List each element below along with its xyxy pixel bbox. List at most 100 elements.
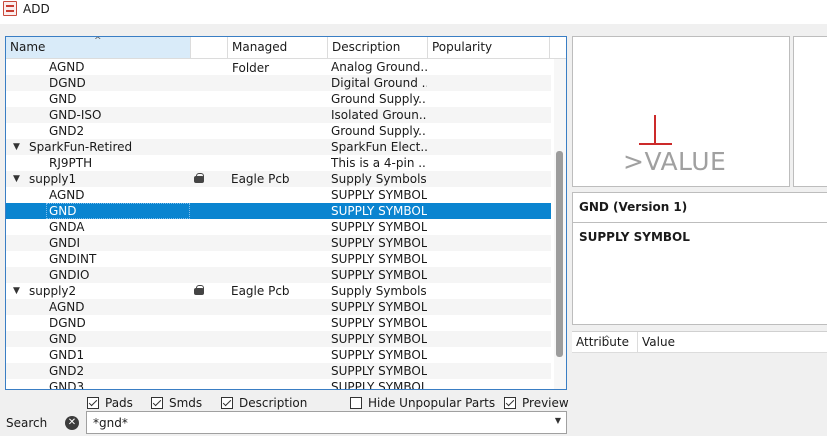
column-popularity-header[interactable]: Popularity bbox=[428, 37, 550, 58]
device-row[interactable]: GND SUPPLY SYMBOL bbox=[6, 331, 551, 347]
device-row[interactable]: GND2 Ground Supply... bbox=[6, 123, 551, 139]
library-tree[interactable]: ^ Name Managed Folder Description Popula… bbox=[5, 36, 567, 390]
column-folder-header[interactable]: Managed Folder bbox=[228, 37, 328, 75]
device-title: GND (Version 1) bbox=[579, 200, 688, 214]
value-col-label: Value bbox=[642, 335, 675, 349]
device-row[interactable]: GNDINT SUPPLY SYMBOL bbox=[6, 251, 551, 267]
chevron-down-icon[interactable]: ▼ bbox=[555, 416, 561, 425]
row-folder: Eagle Pcb bbox=[231, 284, 290, 298]
row-description: Ground Supply... bbox=[331, 124, 427, 138]
row-description: Ground Supply... bbox=[331, 92, 427, 106]
row-name: GNDI bbox=[49, 236, 81, 250]
row-name: SparkFun-Retired bbox=[29, 140, 133, 154]
row-name: GND bbox=[49, 204, 77, 218]
hide-unpopular-label: Hide Unpopular Parts bbox=[368, 396, 496, 410]
row-description: Isolated Groun... bbox=[331, 108, 427, 122]
search-label: Search bbox=[6, 416, 48, 430]
row-name: GNDIO bbox=[49, 268, 90, 282]
row-description: SUPPLY SYMBOL bbox=[331, 348, 427, 362]
device-row[interactable]: GND2 SUPPLY SYMBOL bbox=[6, 363, 551, 379]
symbol-preview: >VALUE bbox=[572, 36, 790, 187]
attribute-table: ^ Attribute Value bbox=[572, 331, 827, 391]
pads-option[interactable]: Pads bbox=[87, 396, 133, 410]
device-row[interactable]: AGND SUPPLY SYMBOL bbox=[6, 187, 551, 203]
description-checkbox[interactable] bbox=[221, 397, 233, 409]
row-name: GND2 bbox=[49, 124, 85, 138]
library-row[interactable]: ▼ supply2 Eagle Pcb Supply Symbols bbox=[6, 283, 551, 299]
info-divider bbox=[573, 222, 827, 223]
vertical-scrollbar[interactable] bbox=[554, 59, 566, 389]
lock-icon bbox=[194, 285, 204, 295]
row-name: GND bbox=[49, 332, 77, 346]
scrollbar-thumb[interactable] bbox=[556, 151, 563, 357]
description-label: Description bbox=[239, 396, 308, 410]
device-row[interactable]: GND1 SUPPLY SYMBOL bbox=[6, 347, 551, 363]
row-name: supply2 bbox=[29, 284, 77, 298]
device-row[interactable]: DGND Digital Ground ... bbox=[6, 75, 551, 91]
search-input[interactable]: *gnd* ▼ bbox=[86, 411, 567, 434]
row-name: GND3 bbox=[49, 380, 85, 390]
row-description: SUPPLY SYMBOL bbox=[331, 364, 427, 378]
row-description: SUPPLY SYMBOL bbox=[331, 380, 427, 390]
device-row[interactable]: GND SUPPLY SYMBOL bbox=[6, 203, 551, 219]
column-value-header[interactable]: Value bbox=[638, 332, 827, 352]
row-description: Supply Symbols bbox=[331, 172, 427, 186]
pads-label: Pads bbox=[105, 396, 133, 410]
row-description: SUPPLY SYMBOL bbox=[331, 188, 427, 202]
device-row[interactable]: AGND Analog Ground... bbox=[6, 59, 551, 75]
device-row[interactable]: GND3 SUPPLY SYMBOL bbox=[6, 379, 551, 390]
row-description: Supply Symbols bbox=[331, 284, 427, 298]
device-row[interactable]: GNDIO SUPPLY SYMBOL bbox=[6, 267, 551, 283]
row-description: SUPPLY SYMBOL bbox=[331, 220, 427, 234]
title-bar: ADD bbox=[0, 0, 827, 24]
column-description-header[interactable]: Description bbox=[328, 37, 428, 58]
column-attribute-header[interactable]: ^ Attribute bbox=[572, 332, 638, 352]
row-name: GND1 bbox=[49, 348, 85, 362]
column-name-label: Name bbox=[10, 40, 46, 54]
row-description: SUPPLY SYMBOL bbox=[331, 300, 427, 314]
app-icon bbox=[3, 1, 17, 16]
package-preview bbox=[793, 36, 827, 187]
preview-checkbox[interactable] bbox=[504, 397, 516, 409]
preview-option[interactable]: Preview bbox=[504, 396, 569, 410]
clear-search-icon[interactable]: ✕ bbox=[65, 416, 79, 430]
device-row[interactable]: GNDI SUPPLY SYMBOL bbox=[6, 235, 551, 251]
row-name: GND2 bbox=[49, 364, 85, 378]
sort-ascending-icon: ^ bbox=[603, 335, 611, 345]
smds-label: Smds bbox=[169, 396, 203, 410]
description-option[interactable]: Description bbox=[221, 396, 307, 410]
row-description: SUPPLY SYMBOL bbox=[331, 252, 427, 266]
device-row[interactable]: DGND SUPPLY SYMBOL bbox=[6, 315, 551, 331]
row-name: RJ9PTH bbox=[49, 156, 93, 170]
hide-unpopular-checkbox[interactable] bbox=[350, 397, 362, 409]
smds-checkbox[interactable] bbox=[151, 397, 163, 409]
column-lock-header[interactable] bbox=[191, 37, 228, 58]
symbol-value-text: >VALUE bbox=[623, 147, 727, 176]
library-row[interactable]: ▼ SparkFun-Retired SparkFun Elect... bbox=[6, 139, 551, 155]
lock-icon-cell bbox=[194, 283, 214, 299]
row-name: supply1 bbox=[29, 172, 77, 186]
row-description: SparkFun Elect... bbox=[331, 140, 427, 154]
row-name: DGND bbox=[49, 316, 86, 330]
device-row[interactable]: RJ9PTH This is a 4-pin ... bbox=[6, 155, 551, 171]
smds-option[interactable]: Smds bbox=[151, 396, 202, 410]
row-name: AGND bbox=[49, 60, 85, 74]
row-description: Digital Ground ... bbox=[331, 76, 427, 90]
device-row[interactable]: GND-ISO Isolated Groun... bbox=[6, 107, 551, 123]
row-description: SUPPLY SYMBOL bbox=[331, 268, 427, 282]
pads-checkbox[interactable] bbox=[87, 397, 99, 409]
device-description: SUPPLY SYMBOL bbox=[579, 230, 690, 244]
search-value: *gnd* bbox=[93, 416, 128, 430]
device-row[interactable]: GND Ground Supply... bbox=[6, 91, 551, 107]
row-name: GND-ISO bbox=[49, 108, 102, 122]
tree-header: ^ Name Managed Folder Description Popula… bbox=[6, 37, 566, 75]
row-name: AGND bbox=[49, 188, 85, 202]
hide-unpopular-option[interactable]: Hide Unpopular Parts bbox=[350, 396, 495, 410]
device-row[interactable]: GNDA SUPPLY SYMBOL bbox=[6, 219, 551, 235]
row-description: Analog Ground... bbox=[331, 60, 427, 74]
column-name-header[interactable]: ^ Name bbox=[6, 37, 191, 58]
library-row[interactable]: ▼ supply1 Eagle Pcb Supply Symbols bbox=[6, 171, 551, 187]
row-name: DGND bbox=[49, 76, 86, 90]
device-row[interactable]: AGND SUPPLY SYMBOL bbox=[6, 299, 551, 315]
row-name: GNDINT bbox=[49, 252, 97, 266]
